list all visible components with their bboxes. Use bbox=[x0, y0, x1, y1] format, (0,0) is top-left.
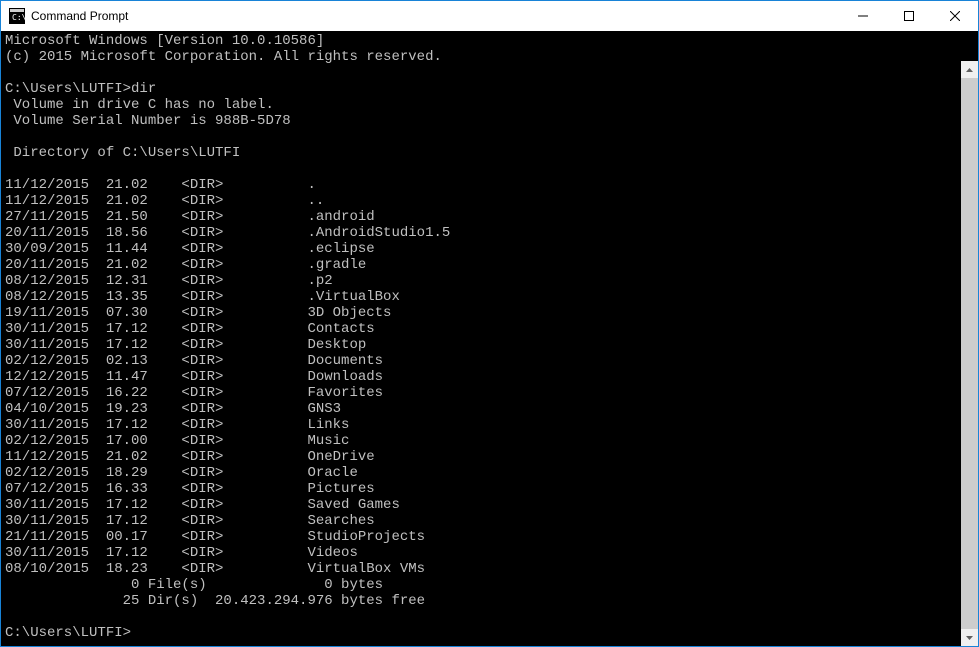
directory-header: Directory of C:\Users\LUTFI bbox=[5, 145, 240, 161]
header-line-1: Microsoft Windows [Version 10.0.10586] bbox=[5, 33, 324, 49]
titlebar[interactable]: C:\ Command Prompt bbox=[1, 1, 978, 31]
window-controls bbox=[840, 1, 978, 31]
scroll-up-button[interactable] bbox=[961, 61, 978, 78]
volume-label: Volume in drive C has no label. bbox=[5, 97, 274, 113]
maximize-button[interactable] bbox=[886, 1, 932, 31]
command-prompt-icon: C:\ bbox=[9, 8, 25, 24]
prompt-path-2: C:\Users\LUTFI> bbox=[5, 625, 131, 641]
minimize-button[interactable] bbox=[840, 1, 886, 31]
scroll-down-button[interactable] bbox=[961, 629, 978, 646]
window-title: Command Prompt bbox=[31, 9, 840, 23]
close-button[interactable] bbox=[932, 1, 978, 31]
terminal-output[interactable]: Microsoft Windows [Version 10.0.10586] (… bbox=[1, 31, 978, 646]
vertical-scrollbar[interactable] bbox=[961, 61, 978, 646]
volume-serial: Volume Serial Number is 988B-5D78 bbox=[5, 113, 291, 129]
command-prompt-window: C:\ Command Prompt Microsoft Windows [Ve… bbox=[0, 0, 979, 647]
directory-listing: 11/12/2015 21.02 <DIR> . 11/12/2015 21.0… bbox=[5, 177, 450, 577]
summary-dirs: 25 Dir(s) 20.423.294.976 bytes free bbox=[5, 593, 425, 609]
prompt-path: C:\Users\LUTFI> bbox=[5, 81, 131, 97]
command-text: dir bbox=[131, 81, 156, 97]
summary-files: 0 File(s) 0 bytes bbox=[5, 577, 383, 593]
scroll-thumb[interactable] bbox=[961, 78, 978, 629]
header-line-2: (c) 2015 Microsoft Corporation. All righ… bbox=[5, 49, 442, 65]
cursor bbox=[131, 627, 139, 641]
scroll-track[interactable] bbox=[961, 78, 978, 629]
svg-text:C:\: C:\ bbox=[12, 13, 25, 22]
